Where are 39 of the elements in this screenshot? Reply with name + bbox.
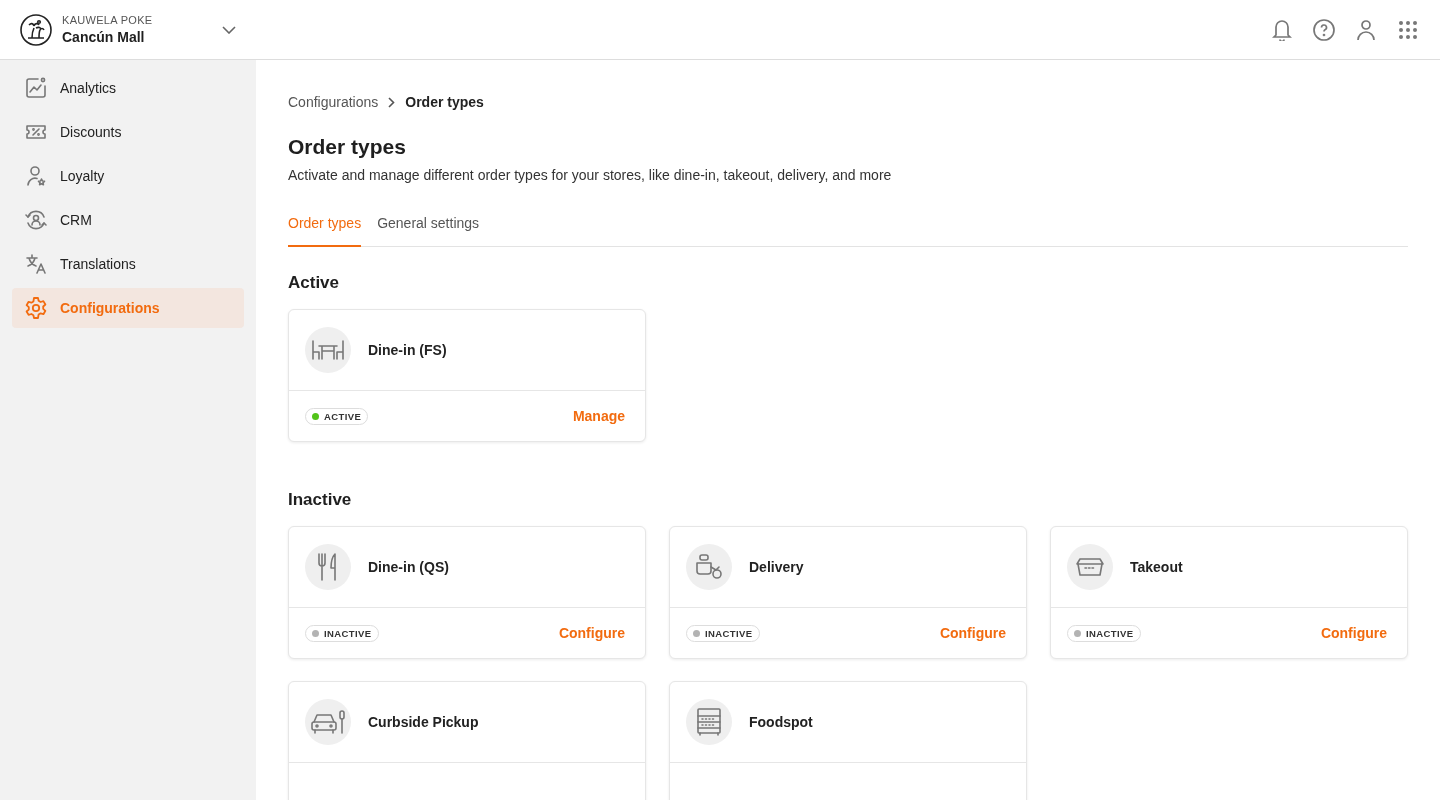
order-type-name: Takeout bbox=[1130, 559, 1183, 575]
status-text: INACTIVE bbox=[705, 627, 753, 639]
help-button[interactable] bbox=[1312, 17, 1336, 42]
user-cycle-icon bbox=[24, 208, 48, 232]
chevron-right-icon bbox=[388, 96, 396, 108]
brand-name: KAUWELA POKE bbox=[62, 14, 153, 26]
profile-button[interactable] bbox=[1354, 17, 1378, 42]
translate-icon bbox=[24, 252, 48, 276]
table-icon bbox=[310, 338, 346, 362]
page-title: Order types bbox=[288, 135, 407, 159]
sidebar-item[interactable]: Analytics bbox=[12, 68, 244, 108]
section-heading: Active bbox=[288, 273, 341, 293]
container-icon bbox=[1074, 556, 1106, 578]
order-type-name: Delivery bbox=[749, 559, 804, 575]
chart-icon bbox=[24, 76, 48, 100]
chevron-down-icon[interactable] bbox=[222, 25, 237, 34]
status-text: INACTIVE bbox=[324, 627, 372, 639]
order-type-name: Foodspot bbox=[749, 714, 813, 730]
status-text: INACTIVE bbox=[1086, 627, 1134, 639]
notifications-button[interactable] bbox=[1270, 17, 1294, 42]
sidebar-item[interactable]: Translations bbox=[12, 244, 244, 284]
tab[interactable]: General settings bbox=[377, 215, 480, 247]
sidebar-item[interactable]: Loyalty bbox=[12, 156, 244, 196]
shelf-icon bbox=[695, 707, 723, 737]
store-name: Cancún Mall bbox=[62, 29, 146, 45]
breadcrumb-current: Order types bbox=[405, 94, 484, 110]
order-type-name: Curbside Pickup bbox=[368, 714, 479, 730]
sidebar-item[interactable]: CRM bbox=[12, 200, 244, 240]
breadcrumb-link[interactable]: Configurations bbox=[288, 94, 379, 110]
order-type-name: Dine-in (QS) bbox=[368, 559, 449, 575]
gear-icon bbox=[24, 296, 48, 320]
car-icon bbox=[310, 709, 346, 735]
page-description: Activate and manage different order types for your stores, like dine-in, takeout, delivery, and more bbox=[288, 167, 893, 183]
order-type-name: Dine-in (FS) bbox=[368, 342, 447, 358]
section-heading: Inactive bbox=[288, 490, 353, 510]
user-star-icon bbox=[24, 164, 48, 188]
palm-tree-logo bbox=[20, 13, 52, 46]
status-text: ACTIVE bbox=[324, 410, 362, 422]
sidebar-item[interactable]: Discounts bbox=[12, 112, 244, 152]
